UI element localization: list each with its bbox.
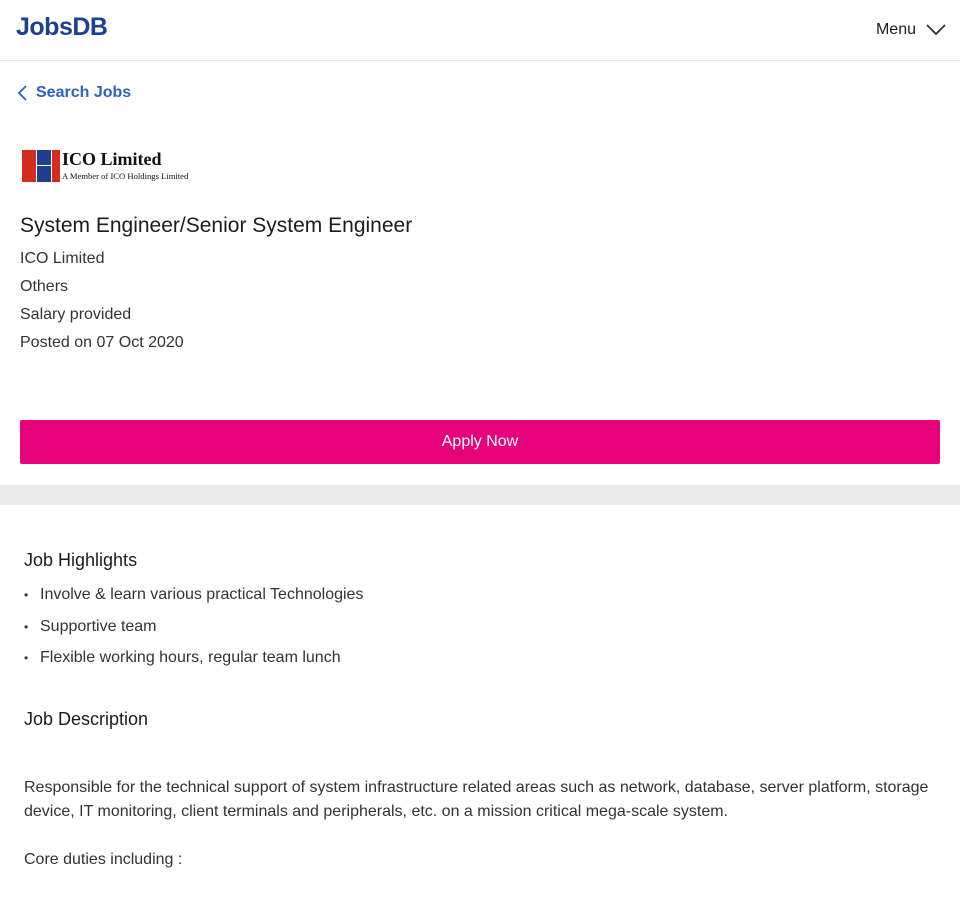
company-name[interactable]: ICO Limited (20, 249, 104, 269)
posted-date: Posted on 07 Oct 2020 (20, 334, 184, 351)
bullet-icon: • (24, 588, 29, 602)
salary-info: Salary provided (20, 306, 132, 323)
highlight-item: • Involve & learn various practical Techn… (24, 584, 363, 616)
job-highlights-list: • Involve & learn various practical Techn… (24, 584, 363, 679)
bullet-icon: • (24, 651, 29, 665)
highlight-text: Flexible working hours, regular team lun… (40, 649, 341, 666)
highlight-item: • Flexible working hours, regular team lu… (24, 647, 363, 679)
menu-label: Menu (875, 21, 916, 38)
job-location: Others (20, 278, 69, 295)
description-paragraph: Responsible for the technical support of… (24, 779, 929, 820)
top-header: JobsDB Menu (0, 0, 960, 61)
job-highlights-heading: Job Highlights (24, 550, 138, 570)
job-title: System Engineer/Senior System Engineer (20, 214, 413, 237)
company-logo: ICO Limited A Member of ICO Holdings Lim… (22, 148, 200, 186)
back-to-search-link[interactable]: Search Jobs (16, 81, 131, 105)
chevron-down-icon (926, 24, 946, 36)
apply-now-button[interactable]: Apply Now (20, 420, 940, 464)
chevron-left-icon (16, 84, 28, 102)
job-description-heading: Job Description (24, 709, 149, 729)
menu-button[interactable]: Menu (876, 18, 946, 42)
jobsdb-logo[interactable]: JobsDB (16, 12, 108, 42)
company-logo-tagline: A Member of ICO Holdings Limited (62, 171, 189, 181)
highlight-item: • Supportive team (24, 616, 363, 648)
section-divider (0, 485, 960, 505)
back-label: Search Jobs (36, 84, 132, 101)
description-paragraph: Core duties including : (24, 851, 183, 868)
highlight-text: Involve & learn various practical Techno… (40, 586, 364, 603)
bullet-icon: • (24, 619, 29, 634)
company-logo-name: ICO Limited (62, 149, 162, 169)
highlight-text: Supportive team (40, 617, 157, 635)
